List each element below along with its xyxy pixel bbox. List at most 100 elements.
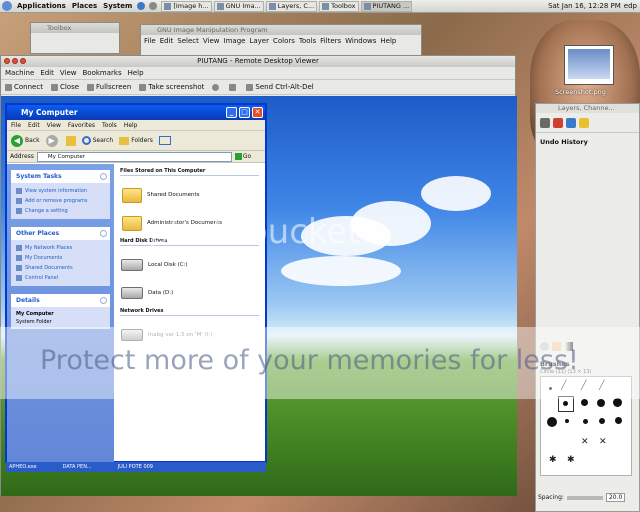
- explorer-menu-edit[interactable]: Edit: [28, 122, 40, 129]
- place-shared-documents[interactable]: Shared Documents: [16, 263, 105, 273]
- go-button[interactable]: Go: [234, 153, 251, 160]
- vnc-menu-edit[interactable]: Edit: [40, 69, 54, 77]
- gimp-menu-view[interactable]: View: [203, 37, 220, 45]
- gimp-menu-tools[interactable]: Tools: [299, 37, 316, 45]
- xp-task[interactable]: DATA PEN...: [63, 464, 92, 470]
- explorer-menu-view[interactable]: View: [47, 122, 61, 129]
- maximize-icon[interactable]: □: [239, 107, 250, 118]
- gimp-menu-colors[interactable]: Colors: [273, 37, 295, 45]
- minimize-icon[interactable]: _: [226, 107, 237, 118]
- item-local-disk-c[interactable]: Local Disk (C:): [120, 252, 259, 278]
- other-places-header[interactable]: Other Places: [11, 227, 110, 240]
- window-icon: [322, 2, 330, 10]
- up-button[interactable]: [65, 135, 76, 146]
- gimp-menu-select[interactable]: Select: [177, 37, 199, 45]
- undo-tab-icon[interactable]: [579, 117, 589, 128]
- gimp-menu-image[interactable]: Image: [224, 37, 246, 45]
- xp-task[interactable]: JULI POTE 009: [118, 464, 153, 470]
- views-button[interactable]: [158, 136, 171, 145]
- brush-star[interactable]: ✱: [549, 455, 557, 465]
- task-toolbox[interactable]: Toolbox: [319, 0, 359, 12]
- item-shared-documents[interactable]: Shared Documents: [120, 182, 259, 208]
- go-arrow-icon: [234, 153, 242, 160]
- task-change-setting[interactable]: Change a setting: [16, 206, 105, 216]
- task-view-system-info[interactable]: View system information: [16, 186, 105, 196]
- forward-button[interactable]: ▶: [45, 134, 60, 147]
- task-add-remove-programs[interactable]: Add or remove programs: [16, 196, 105, 206]
- search-button[interactable]: Search: [81, 136, 113, 145]
- brush-dot[interactable]: [599, 418, 605, 424]
- vnc-menu-help[interactable]: Help: [128, 69, 144, 77]
- task-image-host[interactable]: [Image h...: [161, 0, 212, 12]
- place-network[interactable]: My Network Places: [16, 243, 105, 253]
- gimp-menu-edit[interactable]: Edit: [160, 37, 174, 45]
- connect-button[interactable]: Connect: [5, 83, 43, 91]
- gimp-menu-filters[interactable]: Filters: [320, 37, 341, 45]
- task-piutang[interactable]: PIUTANG ...: [360, 0, 413, 12]
- brush-dot[interactable]: [547, 417, 557, 427]
- brush-dot[interactable]: [613, 398, 622, 407]
- explorer-menu-help[interactable]: Help: [124, 122, 138, 129]
- place-my-documents[interactable]: My Documents: [16, 253, 105, 263]
- task-gimp[interactable]: GNU Ima...: [213, 0, 264, 12]
- brush-dot[interactable]: [581, 399, 588, 406]
- back-button[interactable]: ◀ Back: [11, 134, 40, 147]
- vnc-menu-bookmarks[interactable]: Bookmarks: [83, 69, 122, 77]
- close-icon: [50, 83, 58, 91]
- gimp-menu-file[interactable]: File: [144, 37, 156, 45]
- brush-dot[interactable]: [597, 399, 605, 407]
- send-ctrl-alt-del-button[interactable]: Send Ctrl-Alt-Del: [246, 83, 314, 91]
- brush-cross[interactable]: ✕: [599, 437, 607, 447]
- explorer-menu-file[interactable]: File: [11, 122, 21, 129]
- screenshot-file-icon[interactable]: [564, 45, 614, 85]
- brush-dot[interactable]: [615, 417, 622, 424]
- menu-applications[interactable]: Applications: [14, 2, 69, 10]
- collapse-icon[interactable]: [100, 297, 107, 304]
- place-control-panel[interactable]: Control Panel: [16, 273, 105, 283]
- brush-dot[interactable]: [565, 419, 569, 423]
- task-layers[interactable]: Layers, C...: [265, 0, 318, 12]
- gimp-menu-windows[interactable]: Windows: [345, 37, 376, 45]
- folders-button[interactable]: Folders: [119, 136, 153, 145]
- explorer-menu-favorites[interactable]: Favorites: [68, 122, 95, 129]
- paths-tab-icon[interactable]: [566, 117, 576, 128]
- lock-button[interactable]: [229, 83, 238, 91]
- menu-places[interactable]: Places: [69, 2, 100, 10]
- shared-folder-icon: [16, 265, 22, 271]
- explorer-menu-tools[interactable]: Tools: [102, 122, 117, 129]
- collapse-icon[interactable]: [100, 230, 107, 237]
- panel-user[interactable]: edp: [624, 2, 640, 10]
- collapse-icon[interactable]: [100, 173, 107, 180]
- brush-dot[interactable]: [583, 419, 588, 424]
- explorer-title: My Computer: [21, 108, 78, 117]
- maximize-icon[interactable]: [20, 58, 26, 64]
- gimp-menu-layer[interactable]: Layer: [249, 37, 269, 45]
- layers-tab-icon[interactable]: [540, 117, 550, 128]
- vnc-menu-machine[interactable]: Machine: [5, 69, 34, 77]
- browser-launcher-icon[interactable]: [137, 2, 146, 10]
- keyboard-button[interactable]: [212, 83, 221, 91]
- menu-system[interactable]: System: [100, 2, 135, 10]
- launcher-icon[interactable]: [149, 2, 158, 10]
- vnc-menu-view[interactable]: View: [60, 69, 77, 77]
- gimp-menu-help[interactable]: Help: [380, 37, 396, 45]
- fullscreen-button[interactable]: Fullscreen: [87, 83, 131, 91]
- system-tasks-header[interactable]: System Tasks: [11, 170, 110, 183]
- item-label: Local Disk (C:): [148, 262, 188, 268]
- close-icon[interactable]: ✕: [252, 107, 263, 118]
- close-button[interactable]: Close: [50, 83, 79, 91]
- details-header[interactable]: Details: [11, 294, 110, 307]
- channels-tab-icon[interactable]: [553, 117, 563, 128]
- brush-star[interactable]: ✱: [567, 455, 575, 465]
- address-input[interactable]: My Computer: [36, 151, 232, 162]
- item-data-d[interactable]: Data (D:): [120, 280, 259, 306]
- brush-cross[interactable]: ✕: [581, 437, 589, 447]
- spacing-value[interactable]: 20.0: [605, 493, 626, 502]
- remote-desktop-icon: [363, 2, 371, 10]
- screenshot-button[interactable]: Take screenshot: [139, 83, 204, 91]
- close-icon[interactable]: [4, 58, 10, 64]
- xp-task[interactable]: APHEO.exe: [9, 464, 37, 470]
- spacing-slider[interactable]: [566, 495, 603, 500]
- minimize-icon[interactable]: [12, 58, 18, 64]
- panel-clock[interactable]: Sat Jan 16, 12:28 PM: [545, 2, 624, 10]
